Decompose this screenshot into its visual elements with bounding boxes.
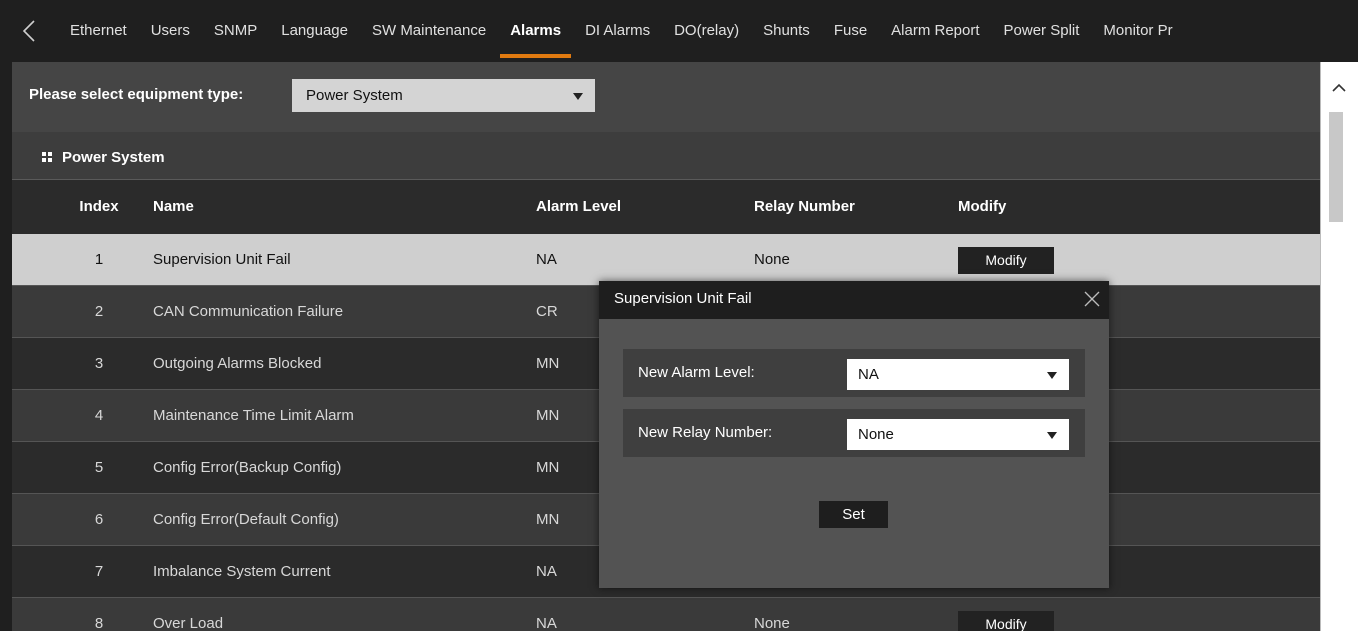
tab-do-relay[interactable]: DO(relay) xyxy=(674,0,739,62)
alarm-level-value: NA xyxy=(858,366,879,383)
tab-users[interactable]: Users xyxy=(151,0,190,62)
tab-power-split[interactable]: Power Split xyxy=(1004,0,1080,62)
row-name: Maintenance Time Limit Alarm xyxy=(153,407,354,424)
tab-bar: Ethernet Users SNMP Language SW Maintenance A… xyxy=(70,0,1197,62)
scrollbar-thumb[interactable] xyxy=(1329,112,1343,222)
tab-shunts[interactable]: Shunts xyxy=(763,0,810,62)
table-row[interactable]: 8 Over Load NA None Modify xyxy=(12,598,1320,631)
header-alarm-level: Alarm Level xyxy=(536,198,622,215)
relay-number-label: New Relay Number: xyxy=(638,424,773,441)
row-alarm-level: MN xyxy=(536,511,560,528)
row-alarm-level: NA xyxy=(536,251,557,268)
header-name: Name xyxy=(153,198,194,215)
row-name: Imbalance System Current xyxy=(153,563,331,580)
modify-button[interactable]: Modify xyxy=(958,611,1054,631)
tab-snmp[interactable]: SNMP xyxy=(214,0,257,62)
modify-button[interactable]: Modify xyxy=(958,247,1054,274)
row-name: Supervision Unit Fail xyxy=(153,251,291,268)
set-button[interactable]: Set xyxy=(819,501,888,528)
caret-down-icon xyxy=(573,93,583,100)
row-index: 3 xyxy=(94,355,104,372)
header-relay-number: Relay Number xyxy=(754,198,855,215)
section-title: Power System xyxy=(62,149,165,166)
relay-number-select[interactable]: None xyxy=(847,419,1069,450)
table-row[interactable]: 1 Supervision Unit Fail NA None Modify xyxy=(12,234,1320,286)
tab-di-alarms[interactable]: DI Alarms xyxy=(585,0,650,62)
row-index: 6 xyxy=(94,511,104,528)
row-name: CAN Communication Failure xyxy=(153,303,344,320)
relay-number-field: New Relay Number: None xyxy=(623,409,1085,457)
row-index: 7 xyxy=(94,563,104,580)
row-alarm-level: NA xyxy=(536,615,557,631)
table-header: Index Name Alarm Level Relay Number Modi… xyxy=(12,181,1320,233)
caret-down-icon xyxy=(1047,372,1057,379)
row-name: Outgoing Alarms Blocked xyxy=(153,355,322,372)
equipment-selector-bar: Please select equipment type: Power Syst… xyxy=(12,62,1320,132)
row-name: Config Error(Backup Config) xyxy=(153,459,342,476)
row-relay-number: None xyxy=(754,251,790,268)
chevron-up-icon[interactable] xyxy=(1331,80,1347,96)
section-header: Power System xyxy=(12,132,1320,180)
row-relay-number: None xyxy=(754,615,790,631)
tab-sw-maintenance[interactable]: SW Maintenance xyxy=(372,0,486,62)
row-alarm-level: CR xyxy=(536,303,558,320)
relay-number-value: None xyxy=(858,426,894,443)
alarm-level-label: New Alarm Level: xyxy=(638,364,755,381)
row-alarm-level: MN xyxy=(536,355,560,372)
equipment-type-label: Please select equipment type: xyxy=(29,86,244,103)
left-edge xyxy=(0,62,12,631)
row-index: 8 xyxy=(94,615,104,631)
tab-alarms[interactable]: Alarms xyxy=(500,0,571,62)
tab-monitor-pr[interactable]: Monitor Pr xyxy=(1103,0,1172,62)
equipment-type-select[interactable]: Power System xyxy=(292,79,595,112)
scrollbar[interactable] xyxy=(1320,62,1358,631)
row-index: 2 xyxy=(94,303,104,320)
top-nav: Ethernet Users SNMP Language SW Maintenance A… xyxy=(0,0,1358,62)
grid-icon xyxy=(42,152,52,162)
close-icon[interactable] xyxy=(1082,289,1102,309)
row-index: 1 xyxy=(94,251,104,268)
equipment-type-value: Power System xyxy=(306,87,403,104)
tab-language[interactable]: Language xyxy=(281,0,348,62)
tab-ethernet[interactable]: Ethernet xyxy=(70,0,127,62)
row-alarm-level: MN xyxy=(536,407,560,424)
alarm-level-field: New Alarm Level: NA xyxy=(623,349,1085,397)
row-alarm-level: MN xyxy=(536,459,560,476)
row-name: Config Error(Default Config) xyxy=(153,511,339,528)
chevron-left-icon[interactable] xyxy=(20,20,40,42)
row-name: Over Load xyxy=(153,615,224,631)
modify-dialog: Supervision Unit Fail New Alarm Level: N… xyxy=(599,281,1109,588)
header-index: Index xyxy=(79,198,119,215)
caret-down-icon xyxy=(1047,432,1057,439)
tab-fuse[interactable]: Fuse xyxy=(834,0,867,62)
row-index: 4 xyxy=(94,407,104,424)
dialog-title: Supervision Unit Fail xyxy=(614,290,752,307)
tab-alarm-report[interactable]: Alarm Report xyxy=(891,0,979,62)
header-modify: Modify xyxy=(958,198,1007,215)
alarm-level-select[interactable]: NA xyxy=(847,359,1069,390)
dialog-header: Supervision Unit Fail xyxy=(599,281,1109,319)
row-index: 5 xyxy=(94,459,104,476)
row-alarm-level: NA xyxy=(536,563,557,580)
